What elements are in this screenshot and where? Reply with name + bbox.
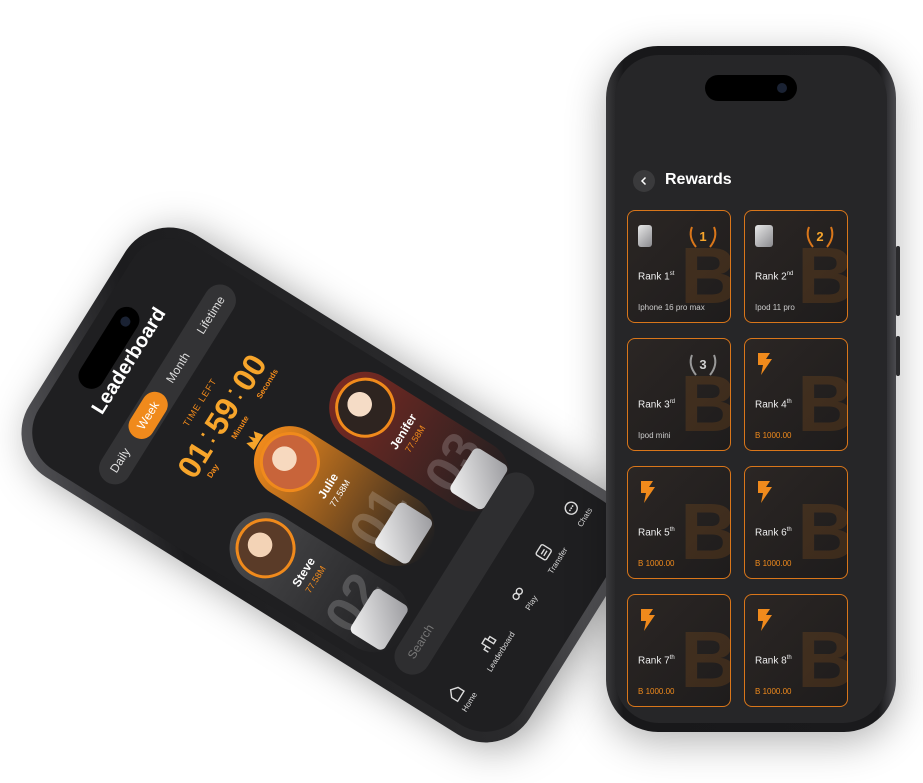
brand-watermark: B (797, 492, 847, 572)
leaderboard-content: Leaderboard Daily Week Month Lifetime TI… (16, 222, 640, 749)
tab-month[interactable]: Month (153, 338, 203, 397)
svg-text:1: 1 (699, 229, 706, 244)
coin-icon: B (638, 559, 644, 568)
camera-icon (777, 83, 787, 93)
leaderboard-screen: Leaderboard Daily Week Month Lifetime TI… (15, 221, 640, 749)
rewards-screen: Rewards B 1 Rank 1st Iphone 16 pro max B… (615, 55, 887, 723)
coin-icon: B (755, 559, 761, 568)
tab-lifetime[interactable]: Lifetime (183, 282, 238, 348)
tab-home[interactable]: Home (442, 680, 479, 714)
tab-daily[interactable]: Daily (97, 434, 144, 487)
brand-logo-icon (641, 609, 655, 631)
leaderboard-phone: Leaderboard Daily Week Month Lifetime TI… (1, 207, 654, 763)
rank-label: Rank 1st (638, 271, 675, 283)
chevron-left-icon (640, 176, 647, 186)
prize-name: Ipod 11 pro (755, 303, 795, 312)
reward-amount: B 1000.00 (755, 559, 792, 568)
brand-logo-icon (758, 353, 772, 375)
reward-card-rank-1[interactable]: B 1 Rank 1st Iphone 16 pro max (627, 210, 731, 323)
reward-amount: B 1000.00 (638, 559, 675, 568)
reward-card-rank-7[interactable]: B Rank 7th B 1000.00 (627, 594, 731, 707)
tab-chats[interactable]: Chats (558, 495, 594, 529)
coin-icon: B (755, 687, 761, 696)
tab-play[interactable]: Play (505, 582, 540, 613)
reward-card-rank-4[interactable]: B Rank 4th B 1000.00 (744, 338, 848, 451)
reward-card-rank-6[interactable]: B Rank 6th B 1000.00 (744, 466, 848, 579)
laurel-badge-icon: 2 (806, 226, 834, 248)
reward-card-rank-8[interactable]: B Rank 8th B 1000.00 (744, 594, 848, 707)
laurel-badge-icon: 1 (689, 226, 717, 248)
reward-amount: B 1000.00 (755, 431, 792, 440)
side-button (896, 336, 900, 376)
ipad-thumbnail (755, 225, 773, 247)
brand-watermark: B (680, 492, 730, 572)
reward-card-rank-2[interactable]: B 2 Rank 2nd Ipod 11 pro (744, 210, 848, 323)
back-button[interactable] (633, 170, 655, 192)
crown-icon (246, 431, 264, 451)
rewards-phone: Rewards B 1 Rank 1st Iphone 16 pro max B… (606, 46, 900, 732)
prize-name: Iphone 16 pro max (638, 303, 705, 312)
reward-card-rank-3[interactable]: B 3 Rank 3rd Ipod mini (627, 338, 731, 451)
page-title: Rewards (665, 171, 732, 188)
dynamic-island (705, 75, 797, 101)
rank-label: Rank 2nd (755, 271, 794, 283)
tab-leaderboard[interactable]: Leaderboard (467, 619, 517, 673)
rank-label: Rank 4th (755, 399, 792, 411)
reward-amount: B 1000.00 (755, 687, 792, 696)
coin-icon: B (755, 431, 761, 440)
tab-week[interactable]: Week (123, 387, 173, 444)
brand-watermark: B (680, 620, 730, 700)
rank-label: Rank 7th (638, 655, 675, 667)
brand-logo-icon (641, 481, 655, 503)
reward-card-rank-5[interactable]: B Rank 5th B 1000.00 (627, 466, 731, 579)
brand-watermark: B (797, 620, 847, 700)
laurel-badge-icon: 3 (689, 354, 717, 376)
rank-label: Rank 3rd (638, 399, 676, 411)
svg-text:3: 3 (699, 357, 706, 372)
brand-logo-icon (758, 481, 772, 503)
brand-logo-icon (758, 609, 772, 631)
tab-transfer[interactable]: Transfer (528, 535, 570, 576)
prize-name: Ipod mini (638, 431, 671, 440)
reward-amount: B 1000.00 (638, 687, 675, 696)
iphone-thumbnail (638, 225, 652, 247)
side-button (896, 246, 900, 316)
rank-label: Rank 5th (638, 527, 675, 539)
rank-label: Rank 6th (755, 527, 792, 539)
coin-icon: B (638, 687, 644, 696)
rank-label: Rank 8th (755, 655, 792, 667)
svg-text:2: 2 (816, 229, 823, 244)
brand-watermark: B (797, 364, 847, 444)
